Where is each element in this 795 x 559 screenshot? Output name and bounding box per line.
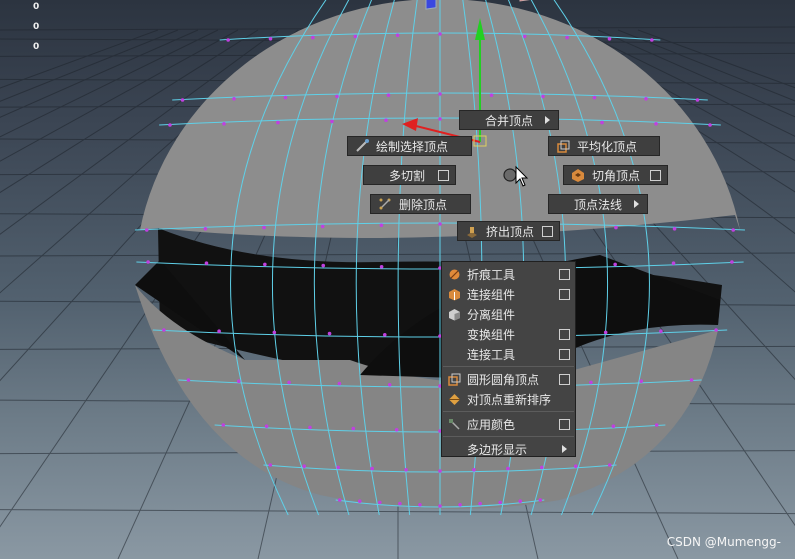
menu-item-crease-tool[interactable]: 折痕工具	[442, 264, 575, 284]
hud-value: 0	[33, 2, 40, 12]
menu-item-label: 对顶点重新排序	[467, 392, 552, 407]
menu-label: 挤出顶点	[486, 224, 535, 239]
menu-item-apply-color[interactable]: 应用颜色	[442, 414, 575, 434]
average-vertices-icon	[557, 140, 570, 153]
menu-label: 平均化顶点	[577, 139, 638, 154]
menu-item-label: 连接组件	[467, 287, 516, 302]
extrude-icon	[467, 227, 477, 238]
menu-label: 顶点法线	[574, 197, 623, 212]
reorder-vertices-icon	[449, 393, 460, 405]
marking-menu-extrude-vertex[interactable]: 挤出顶点	[457, 221, 560, 241]
apply-color-icon	[449, 418, 460, 430]
marking-menu-paint-select[interactable]: 绘制选择顶点	[347, 136, 472, 156]
delete-vertex-icon	[379, 198, 391, 210]
menu-item-polygon-display[interactable]: 多边形显示	[442, 439, 575, 459]
menu-item-transform-component[interactable]: 变换组件	[442, 324, 575, 344]
menu-item-label: 应用颜色	[467, 417, 516, 432]
menu-separator	[443, 436, 574, 437]
menu-label: 绘制选择顶点	[376, 139, 449, 154]
hud-value: 0	[33, 42, 40, 52]
connect-components-icon	[449, 288, 460, 300]
option-box-icon[interactable]	[559, 373, 570, 385]
marking-menu-average-vertices[interactable]: 平均化顶点	[548, 136, 660, 156]
menu-label: 合并顶点	[485, 113, 534, 128]
marking-menu-vertex-normals[interactable]: 顶点法线	[548, 194, 648, 214]
menu-item-label: 多边形显示	[467, 442, 528, 457]
detach-components-icon	[449, 308, 460, 320]
paint-brush-icon	[356, 139, 369, 152]
marking-menu-chamfer-vertex[interactable]: 切角顶点	[563, 165, 668, 185]
chamfer-icon	[572, 169, 584, 182]
menu-label: 多切割	[389, 168, 426, 183]
x-plane-handle	[519, 0, 531, 2]
menu-item-reorder-vertices[interactable]: 对顶点重新排序	[442, 389, 575, 409]
maya-viewport[interactable]: 0 0 0 合并顶点 绘制选择顶点 平均化顶点 多切割 切角顶点 删除顶点 顶点…	[0, 0, 795, 559]
menu-separator	[443, 366, 574, 367]
marking-menu-delete-vertex[interactable]: 删除顶点	[370, 194, 471, 214]
option-box-icon[interactable]	[559, 348, 570, 360]
option-box-icon[interactable]	[559, 268, 570, 280]
menu-label: 删除顶点	[399, 197, 448, 212]
option-box-icon[interactable]	[438, 169, 449, 181]
option-box-icon[interactable]	[542, 225, 553, 237]
menu-item-label: 变换组件	[467, 327, 516, 342]
marking-menu-multi-cut[interactable]: 多切割	[363, 165, 456, 185]
option-box-icon[interactable]	[559, 418, 570, 430]
menu-item-label: 圆形圆角顶点	[467, 372, 540, 387]
option-box-icon[interactable]	[559, 288, 570, 300]
menu-item-label: 折痕工具	[467, 267, 516, 282]
menu-label: 切角顶点	[592, 168, 641, 183]
arrow-right-icon	[562, 445, 567, 453]
viewport-scene	[0, 0, 795, 559]
menu-item-label: 连接工具	[467, 347, 516, 362]
context-menu: 折痕工具 连接组件 分离组件 变换组件 连接工具 圆形圆角顶点 对顶点重新排序 …	[441, 261, 576, 457]
menu-item-connect-components[interactable]: 连接组件	[442, 284, 575, 304]
mouse-cursor-icon	[503, 165, 529, 187]
circularize-icon	[448, 373, 461, 386]
watermark: CSDN @Mumengg-	[666, 535, 781, 549]
option-box-icon[interactable]	[559, 328, 570, 340]
menu-item-detach-components[interactable]: 分离组件	[442, 304, 575, 324]
z-plane-handle	[425, 0, 437, 10]
menu-separator	[443, 411, 574, 412]
marking-menu-merge-vertices[interactable]: 合并顶点	[459, 110, 559, 130]
arrow-right-icon	[545, 116, 550, 124]
menu-item-label: 分离组件	[467, 307, 516, 322]
option-box-icon[interactable]	[650, 169, 661, 181]
menu-item-circularize[interactable]: 圆形圆角顶点	[442, 369, 575, 389]
crease-icon	[449, 269, 460, 279]
hud-value: 0	[33, 22, 40, 32]
menu-item-connect-tool[interactable]: 连接工具	[442, 344, 575, 364]
arrow-right-icon	[634, 200, 639, 208]
